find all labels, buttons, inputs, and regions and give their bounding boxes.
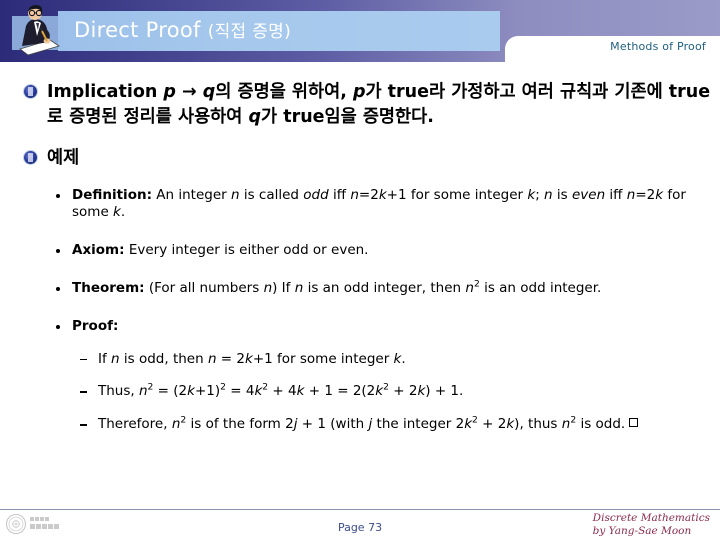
bullet-examples-label: 예제: [47, 147, 80, 168]
slide-header: Direct Proof (직접 증명) Methods of Proof: [0, 0, 720, 62]
slide-body: Implication p → q의 증명을 위하여, p가 true라 가정하…: [0, 62, 720, 500]
dash-bullet-icon: [80, 424, 87, 426]
list-item-theorem: Theorem: (For all numbers n) If n is an …: [0, 278, 720, 298]
bullet-implication-text: Implication p → q의 증명을 위하여, p가 true라 가정하…: [47, 82, 711, 127]
theorem-text: (For all numbers n) If n is an odd integ…: [148, 278, 602, 296]
list-item-axiom: Axiom: Every integer is either odd or ev…: [0, 242, 720, 260]
qed-box-icon: [629, 418, 639, 428]
proof-label: Proof:: [72, 317, 119, 334]
page-title-main: Direct Proof: [74, 18, 208, 42]
axiom-text: Every integer is either odd or even.: [128, 242, 369, 259]
section-label: Methods of Proof: [610, 40, 706, 53]
proof-step-3: Therefore, n2 is of the form 2j + 1 (wit…: [0, 416, 720, 434]
person-writing-clipart-icon: [12, 5, 60, 56]
bullet-implication: Implication p → q의 증명을 위하여, p가 true라 가정하…: [0, 80, 720, 130]
author-name: by Yang-Sae Moon: [592, 525, 692, 538]
dash-bullet-icon: [80, 358, 87, 361]
page-title-sub: (직접 증명): [207, 22, 292, 42]
bullet-dot-icon: [56, 193, 60, 198]
bullet-dot-icon: [56, 249, 60, 254]
proof-step-3-text: Therefore, n2 is of the form 2j + 1 (wit…: [98, 416, 639, 432]
course-name: Discrete Mathematics: [592, 512, 710, 524]
gem-bullet-icon: [24, 150, 37, 164]
theorem-label: Theorem:: [72, 279, 145, 296]
footer-credit: Discrete Mathematics by Yang-Sae Moon: [593, 512, 710, 539]
proof-step-1: If n is odd, then n = 2k+1 for some inte…: [0, 351, 720, 369]
bullet-examples: 예제: [0, 146, 720, 171]
page-title: Direct Proof (직접 증명): [74, 17, 291, 42]
proof-step-1-text: If n is odd, then n = 2k+1 for some inte…: [98, 350, 406, 367]
proof-step-2-text: Thus, n2 = (2k+1)2 = 4k2 + 4k + 1 = 2(2k…: [98, 381, 464, 400]
definition-label: Definition:: [72, 186, 152, 203]
bullet-dot-icon: [56, 324, 60, 329]
list-item-proof: Proof:: [0, 318, 720, 336]
dash-bullet-icon: [80, 391, 87, 393]
list-item-definition: Definition: An integer n is called odd i…: [0, 187, 720, 223]
gem-bullet-icon: [24, 85, 37, 98]
axiom-label: Axiom:: [72, 242, 125, 259]
definition-text: An integer n is called odd iff n=2k+1 fo…: [72, 186, 686, 221]
bullet-dot-icon: [56, 286, 60, 291]
proof-step-2: Thus, n2 = (2k+1)2 = 4k2 + 4k + 1 = 2(2k…: [0, 383, 720, 401]
